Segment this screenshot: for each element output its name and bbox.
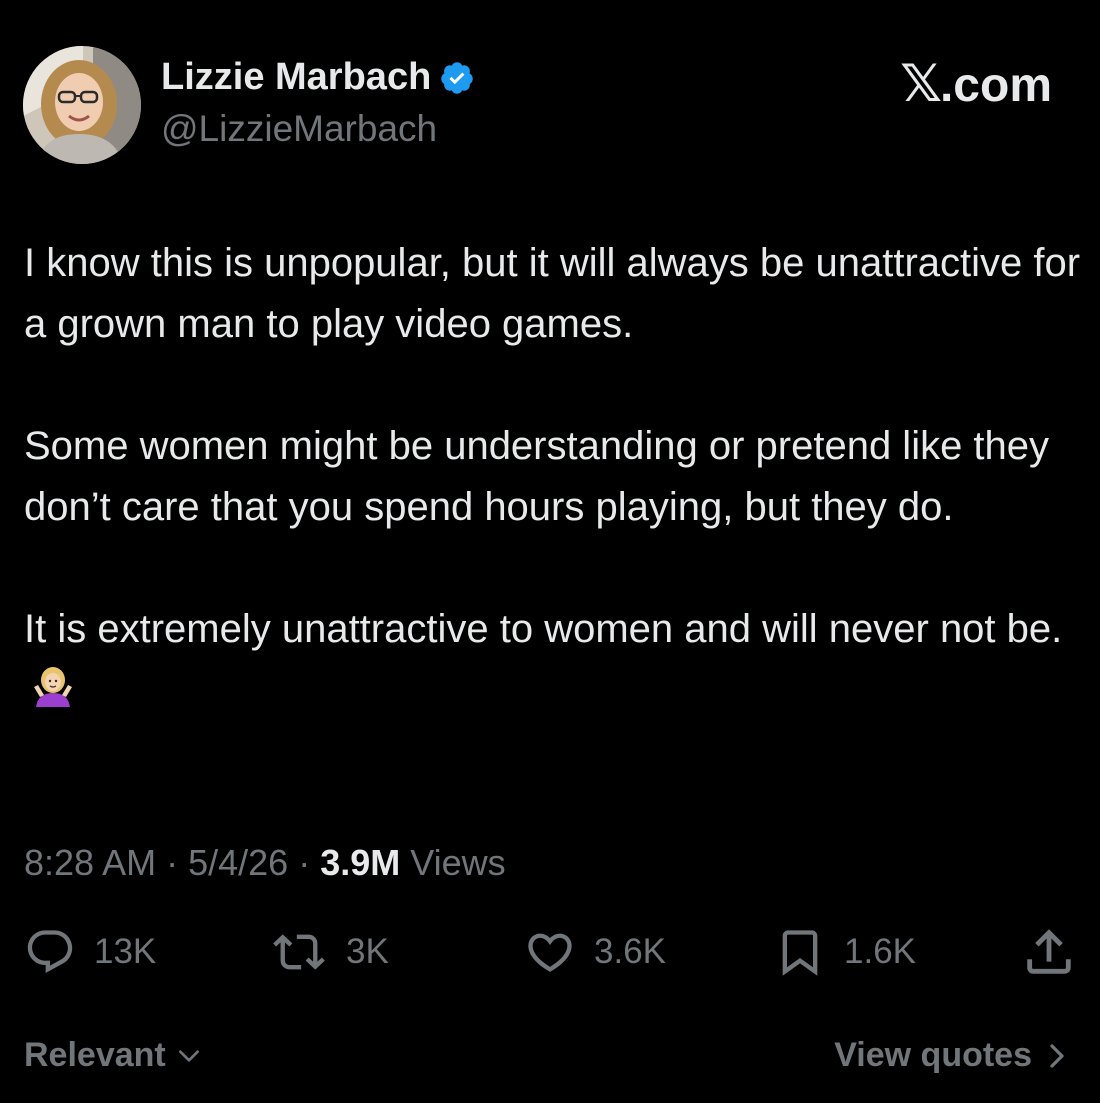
tweet-paragraph: It is extremely unattractive to women an… bbox=[24, 599, 1084, 721]
tweet-paragraph: Some women might be understanding or pre… bbox=[24, 424, 1050, 529]
shrug-emoji-icon bbox=[34, 667, 72, 707]
tweet-meta: 8:28 AM · 5/4/26 · 3.9M Views bbox=[24, 842, 506, 884]
author-handle[interactable]: @LizzieMarbach bbox=[161, 108, 437, 150]
sort-label: Relevant bbox=[24, 1036, 166, 1074]
avatar-photo bbox=[23, 46, 141, 164]
tweet-time[interactable]: 8:28 AM bbox=[24, 842, 156, 883]
avatar[interactable] bbox=[23, 46, 141, 164]
like-count: 3.6K bbox=[594, 932, 666, 971]
tweet-text: I know this is unpopular, but it will al… bbox=[24, 233, 1084, 721]
bookmark-count: 1.6K bbox=[844, 932, 916, 971]
view-quotes-link[interactable]: View quotes bbox=[834, 1036, 1068, 1075]
verified-badge-icon bbox=[439, 60, 475, 96]
bookmark-button[interactable]: 1.6K bbox=[774, 922, 916, 982]
bookmark-icon bbox=[782, 930, 818, 976]
repost-button[interactable]: 3K bbox=[270, 922, 389, 982]
reply-icon bbox=[27, 930, 73, 974]
like-icon bbox=[528, 933, 572, 972]
reply-button[interactable]: 13K bbox=[24, 922, 156, 982]
view-quotes-label: View quotes bbox=[834, 1036, 1032, 1074]
chevron-down-icon bbox=[178, 1049, 199, 1062]
tweet-paragraph-text: It is extremely unattractive to women an… bbox=[24, 607, 1063, 651]
brand-suffix: .com bbox=[939, 59, 1052, 112]
action-bar: 13K 3K 3.6K 1.6K bbox=[0, 922, 1100, 982]
author-name-text: Lizzie Marbach bbox=[161, 56, 432, 98]
brand-logo: 𝕏 .com bbox=[900, 54, 1052, 114]
tweet-paragraph: I know this is unpopular, but it will al… bbox=[24, 241, 1081, 346]
x-logo-icon: 𝕏 bbox=[900, 54, 942, 114]
repost-count: 3K bbox=[346, 932, 389, 971]
sort-replies-dropdown[interactable]: Relevant bbox=[24, 1036, 202, 1075]
share-icon bbox=[1027, 929, 1071, 974]
tweet-date[interactable]: 5/4/26 bbox=[188, 842, 288, 883]
meta-separator: · bbox=[156, 842, 189, 883]
views-label: Views bbox=[400, 842, 506, 883]
views-count: 3.9M bbox=[320, 842, 401, 883]
reply-count: 13K bbox=[94, 932, 157, 971]
author-display-name[interactable]: Lizzie Marbach bbox=[161, 56, 475, 99]
chevron-right-icon bbox=[1050, 1043, 1064, 1068]
meta-separator: · bbox=[288, 842, 321, 883]
share-button[interactable] bbox=[1020, 922, 1078, 982]
like-button[interactable]: 3.6K bbox=[524, 922, 666, 982]
repost-icon bbox=[273, 934, 325, 970]
